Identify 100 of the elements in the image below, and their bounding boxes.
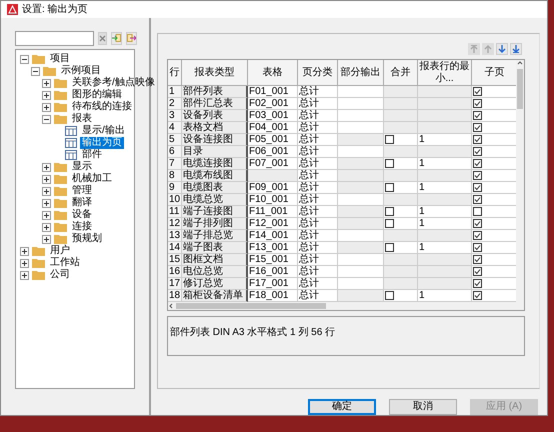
- checkbox[interactable]: [473, 255, 482, 264]
- row-number: 7: [168, 158, 182, 170]
- expand-icon[interactable]: [42, 90, 51, 100]
- vertical-scrollbar[interactable]: [516, 60, 524, 302]
- import-arrow-icon: [112, 34, 121, 42]
- table-cell: F15_001: [248, 254, 298, 266]
- export-arrow-icon: [127, 34, 136, 42]
- table-cell: 电缆图表: [182, 182, 248, 194]
- expand-icon[interactable]: [42, 234, 51, 244]
- checkbox[interactable]: [473, 243, 482, 252]
- checkbox[interactable]: [473, 147, 482, 156]
- tree-item[interactable]: 机械加工: [70, 173, 114, 185]
- tree-item[interactable]: 预规划: [70, 233, 104, 245]
- collapse-icon[interactable]: [42, 114, 51, 124]
- tree-item[interactable]: 部件: [80, 149, 104, 161]
- tree-item[interactable]: 图形的编辑: [70, 89, 124, 101]
- expand-icon[interactable]: [42, 78, 51, 88]
- horizontal-scrollbar[interactable]: [168, 302, 524, 310]
- tree-item[interactable]: 连接: [70, 221, 94, 233]
- checkbox[interactable]: [385, 207, 394, 216]
- expand-icon[interactable]: [20, 246, 29, 256]
- table-cell: F10_001: [248, 194, 298, 206]
- checkbox[interactable]: [473, 123, 482, 132]
- checkbox[interactable]: [473, 267, 482, 276]
- table-cell: [248, 170, 298, 182]
- tree-item[interactable]: 工作站: [48, 257, 82, 269]
- collapse-icon[interactable]: [20, 54, 29, 64]
- move-bottom-button[interactable]: [510, 43, 522, 55]
- checkbox[interactable]: [473, 291, 482, 300]
- column-header[interactable]: 部分输出: [338, 60, 384, 86]
- table-cell: F09_001: [248, 182, 298, 194]
- dialog-button[interactable]: 确定: [308, 399, 376, 415]
- checkbox[interactable]: [473, 171, 482, 180]
- tree-item[interactable]: 项目: [48, 53, 72, 65]
- expand-icon[interactable]: [42, 174, 51, 184]
- tree-item[interactable]: 输出为页: [80, 137, 124, 149]
- checkbox[interactable]: [385, 159, 394, 168]
- move-down-button[interactable]: [496, 43, 508, 55]
- checkbox[interactable]: [473, 99, 482, 108]
- expand-icon[interactable]: [42, 222, 51, 232]
- tree-item[interactable]: 待布线的连接: [70, 101, 134, 113]
- folder-icon: [54, 162, 67, 172]
- tree-item[interactable]: 示例项目: [59, 65, 103, 77]
- table-cell: 总计: [298, 230, 338, 242]
- import-button[interactable]: [111, 32, 122, 44]
- checkbox[interactable]: [473, 135, 482, 144]
- column-header[interactable]: 表格: [248, 60, 298, 86]
- collapse-icon[interactable]: [31, 66, 40, 76]
- table-cell: 端子排列图: [182, 218, 248, 230]
- checkbox[interactable]: [385, 135, 394, 144]
- checkbox[interactable]: [473, 231, 482, 240]
- folder-icon: [54, 90, 67, 100]
- table-cell: 端子排总览: [182, 230, 248, 242]
- checkbox[interactable]: [385, 183, 394, 192]
- checkbox[interactable]: [473, 195, 482, 204]
- tree-item[interactable]: 显示/输出: [80, 125, 127, 137]
- tree-item[interactable]: 设备: [70, 209, 94, 221]
- export-button[interactable]: [126, 32, 137, 44]
- checkbox[interactable]: [473, 207, 482, 216]
- table-cell: F01_001: [248, 86, 298, 98]
- tree-item[interactable]: 报表: [70, 113, 94, 125]
- expand-icon[interactable]: [20, 258, 29, 268]
- row-number: 4: [168, 122, 182, 134]
- expand-icon[interactable]: [42, 102, 51, 112]
- expand-icon[interactable]: [42, 186, 51, 196]
- column-header[interactable]: 页分类: [298, 60, 338, 86]
- table-cell: 电位总览: [182, 266, 248, 278]
- expand-icon[interactable]: [20, 270, 29, 280]
- expand-icon[interactable]: [42, 198, 51, 208]
- checkbox[interactable]: [473, 87, 482, 96]
- tree-item[interactable]: 显示: [70, 161, 94, 173]
- folder-icon: [32, 54, 45, 64]
- table-page-icon: [65, 150, 77, 160]
- tree-item[interactable]: 翻译: [70, 197, 94, 209]
- checkbox[interactable]: [473, 219, 482, 228]
- tree-item[interactable]: 管理: [70, 185, 94, 197]
- checkbox[interactable]: [473, 279, 482, 288]
- checkbox[interactable]: [385, 219, 394, 228]
- clear-button[interactable]: [98, 32, 107, 44]
- expand-icon[interactable]: [42, 162, 51, 172]
- checkbox[interactable]: [473, 159, 482, 168]
- tree-item[interactable]: 关联参考/触点映像: [70, 77, 157, 89]
- window-title: 设置: 输出为页: [22, 4, 88, 15]
- checkbox[interactable]: [473, 111, 482, 120]
- dialog-button[interactable]: 取消: [389, 399, 457, 415]
- row-number: 13: [168, 230, 182, 242]
- checkbox[interactable]: [473, 183, 482, 192]
- tree-item[interactable]: 公司: [48, 269, 72, 281]
- folder-icon: [54, 174, 67, 184]
- search-field[interactable]: [15, 30, 94, 46]
- checkbox[interactable]: [385, 291, 394, 300]
- table-cell: 部件列表: [182, 86, 248, 98]
- folder-icon: [54, 234, 67, 244]
- tree-item[interactable]: 用户: [48, 245, 72, 257]
- table-cell: F03_001: [248, 110, 298, 122]
- row-number: 15: [168, 254, 182, 266]
- row-number: 8: [168, 170, 182, 182]
- expand-icon[interactable]: [42, 210, 51, 220]
- folder-icon: [54, 210, 67, 220]
- checkbox[interactable]: [385, 243, 394, 252]
